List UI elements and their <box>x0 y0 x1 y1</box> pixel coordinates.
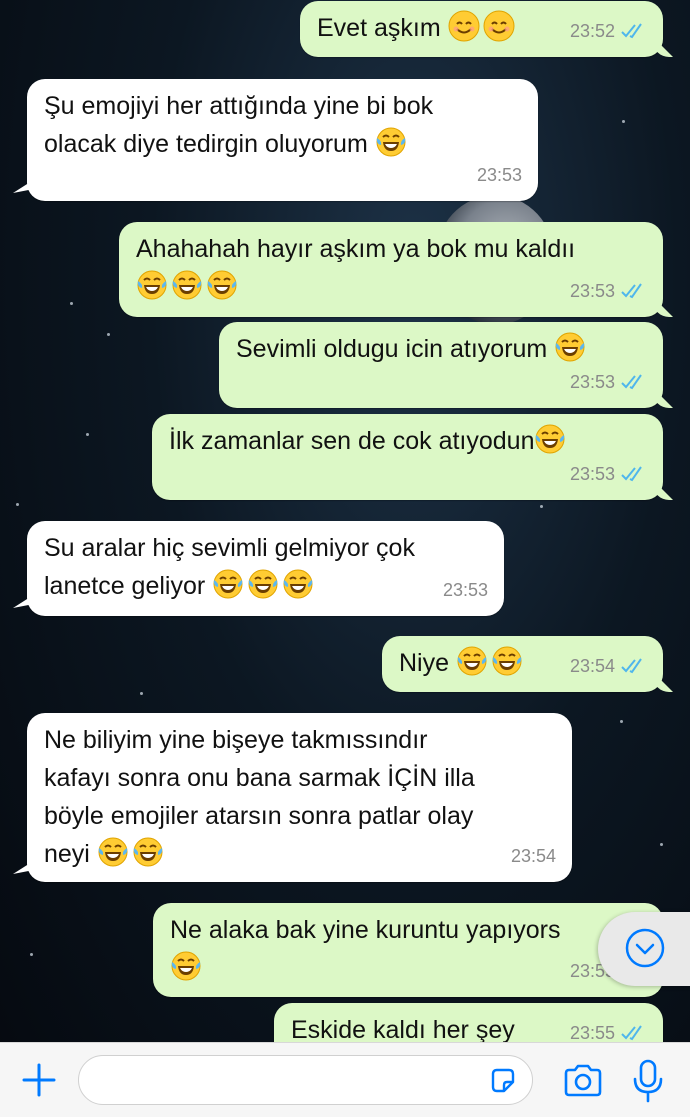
double-check-icon <box>621 23 642 39</box>
message-meta: 23:55 <box>570 1014 647 1042</box>
face-with-tears-of-joy-emoji-icon <box>172 270 202 300</box>
message-meta: 23:53 <box>477 156 522 194</box>
message-bubble-incoming[interactable]: Şu emojiyi her attığında yine bi bok ola… <box>27 79 538 201</box>
message-bubble-outgoing[interactable]: Ne alaka bak yine kuruntu yapıyors 23:55 <box>153 903 663 997</box>
message-meta: 23:53 <box>570 363 647 401</box>
message-meta: 23:53 <box>570 455 647 493</box>
double-check-icon <box>621 466 642 482</box>
smiling-face-emoji-icon <box>483 10 515 42</box>
face-with-tears-of-joy-emoji-icon <box>248 569 278 599</box>
message-input[interactable] <box>97 1066 477 1096</box>
double-check-icon <box>621 1025 642 1041</box>
message-time: 23:53 <box>476 165 522 185</box>
face-with-tears-of-joy-emoji-icon <box>283 569 313 599</box>
message-time: 23:53 <box>569 281 615 301</box>
face-with-tears-of-joy-emoji-icon <box>457 646 487 676</box>
message-time: 23:53 <box>569 464 615 484</box>
message-text: Şu emojiyi her attığında yine bi bok ola… <box>44 92 434 158</box>
double-check-icon <box>621 658 642 674</box>
face-with-tears-of-joy-emoji-icon <box>213 569 243 599</box>
face-with-tears-of-joy-emoji-icon <box>207 270 237 300</box>
message-bubble-outgoing[interactable]: Eskide kaldı her şey 23:55 <box>274 1003 663 1042</box>
face-with-tears-of-joy-emoji-icon <box>171 951 201 981</box>
face-with-tears-of-joy-emoji-icon <box>137 270 167 300</box>
message-input-bar <box>0 1042 690 1117</box>
message-bubble-outgoing[interactable]: Evet aşkım 23:52 <box>300 1 663 57</box>
double-check-icon <box>621 374 642 390</box>
microphone-icon[interactable] <box>630 1058 666 1104</box>
face-with-tears-of-joy-emoji-icon <box>492 646 522 676</box>
message-time: 23:52 <box>569 21 615 41</box>
face-with-tears-of-joy-emoji-icon <box>555 332 585 362</box>
camera-icon[interactable] <box>562 1061 604 1101</box>
chat-area[interactable]: Evet aşkım 23:52 Şu emojiyi her attığınd… <box>0 0 690 1042</box>
scroll-to-bottom-button[interactable] <box>598 912 690 986</box>
message-text: Su aralar hiç sevimli gelmiyor çok lanet… <box>44 534 415 600</box>
message-meta: 23:54 <box>511 837 556 875</box>
double-check-icon <box>621 283 642 299</box>
message-bubble-outgoing[interactable]: İlk zamanlar sen de cok atıyodun 23:53 <box>152 414 663 500</box>
message-meta: 23:53 <box>443 571 488 609</box>
message-time: 23:55 <box>569 1023 615 1042</box>
smiling-face-emoji-icon <box>448 10 480 42</box>
face-with-tears-of-joy-emoji-icon <box>98 837 128 867</box>
face-with-tears-of-joy-emoji-icon <box>535 424 565 454</box>
message-time: 23:53 <box>442 580 488 600</box>
message-time: 23:54 <box>510 846 556 866</box>
message-text: Ne biliyim yine bişeye takmıssındır kafa… <box>44 726 475 868</box>
message-text-field[interactable] <box>78 1055 533 1105</box>
message-meta: 23:52 <box>570 12 647 50</box>
message-bubble-outgoing[interactable]: Ahahahah hayır aşkım ya bok mu kaldıı 23… <box>119 222 663 317</box>
message-bubble-outgoing[interactable]: Sevimli oldugu icin atıyorum 23:53 <box>219 322 663 408</box>
plus-icon[interactable] <box>20 1061 58 1099</box>
message-bubble-incoming[interactable]: Ne biliyim yine bişeye takmıssındır kafa… <box>27 713 572 882</box>
message-time: 23:54 <box>569 656 615 676</box>
face-with-tears-of-joy-emoji-icon <box>133 837 163 867</box>
message-time: 23:53 <box>569 372 615 392</box>
face-with-tears-of-joy-emoji-icon <box>376 127 406 157</box>
message-bubble-outgoing[interactable]: Niye 23:54 <box>382 636 663 692</box>
message-meta: 23:53 <box>570 272 647 310</box>
sticker-icon[interactable] <box>488 1066 518 1096</box>
chevron-down-icon <box>625 928 665 968</box>
message-bubble-incoming[interactable]: Su aralar hiç sevimli gelmiyor çok lanet… <box>27 521 504 616</box>
message-meta: 23:54 <box>570 647 647 685</box>
